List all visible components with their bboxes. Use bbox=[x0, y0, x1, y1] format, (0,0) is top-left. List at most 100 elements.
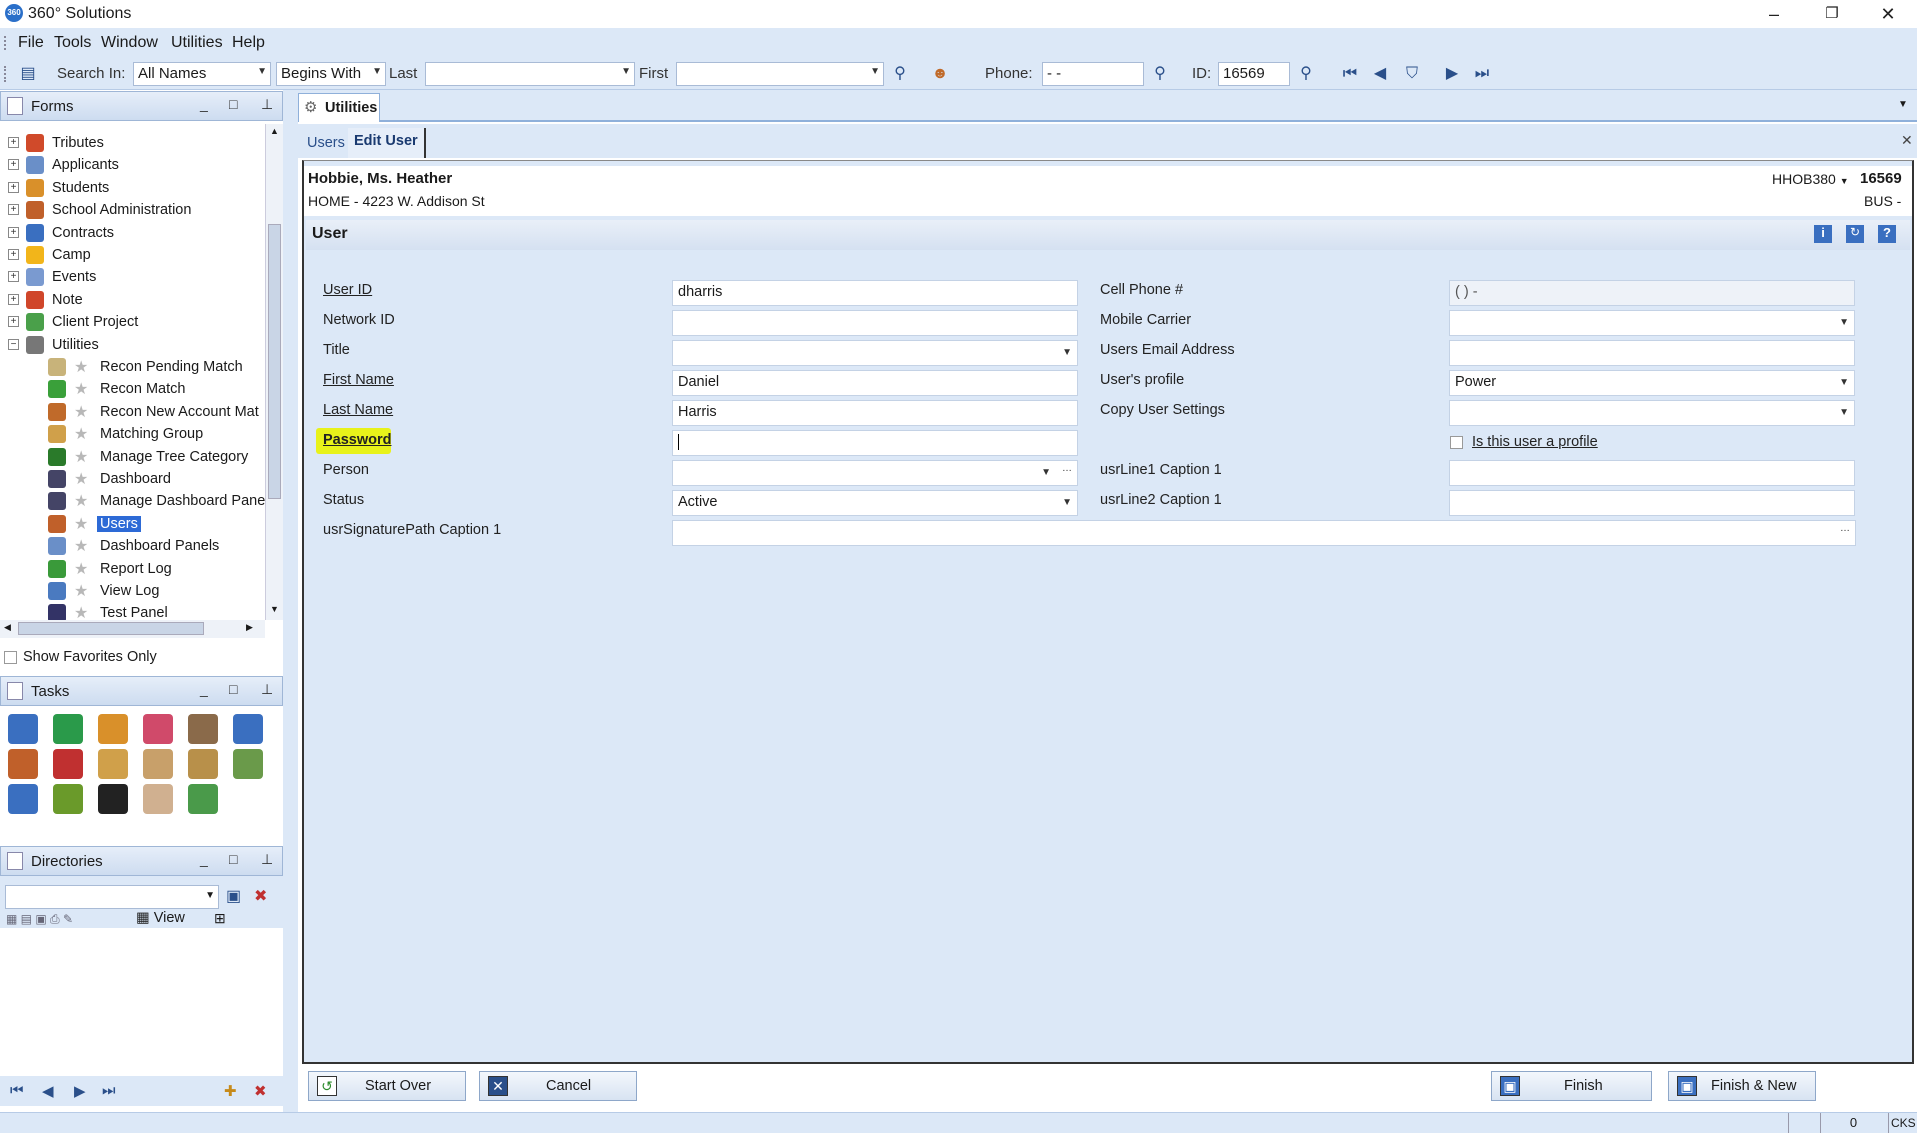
favorite-star-icon[interactable]: ★ bbox=[74, 424, 88, 444]
phone-input[interactable]: - - bbox=[1042, 62, 1144, 86]
directory-select[interactable]: ▼ bbox=[5, 885, 219, 909]
cancel-button[interactable]: ✕ Cancel bbox=[479, 1071, 637, 1101]
favorite-star-icon[interactable]: ★ bbox=[74, 469, 88, 489]
favorite-star-icon[interactable]: ★ bbox=[74, 603, 88, 620]
person-select[interactable]: ▼… bbox=[672, 460, 1078, 486]
building-icon[interactable] bbox=[8, 749, 38, 779]
expand-icon[interactable]: + bbox=[8, 181, 19, 193]
next-record-icon[interactable]: ▶ bbox=[1440, 62, 1464, 86]
subtab-edit-user[interactable]: Edit User bbox=[348, 128, 426, 158]
pin-icon[interactable]: ⊥ bbox=[261, 681, 273, 698]
mobile-carrier-select[interactable]: ▼ bbox=[1449, 310, 1855, 336]
view-button[interactable]: ▦ View bbox=[136, 910, 185, 926]
help-icon[interactable]: ? bbox=[1878, 225, 1896, 243]
collapse-icon[interactable]: − bbox=[8, 338, 19, 350]
bed-icon[interactable] bbox=[143, 784, 173, 814]
minimize-pane-button[interactable]: _ bbox=[200, 96, 208, 112]
delete-icon[interactable]: ✖ bbox=[254, 886, 267, 906]
previous-record-icon[interactable]: ◀ bbox=[42, 1082, 54, 1100]
network-id-input[interactable] bbox=[672, 310, 1078, 336]
heart-icon[interactable] bbox=[143, 714, 173, 744]
add-person-icon[interactable] bbox=[8, 714, 38, 744]
first-name-input[interactable]: Daniel bbox=[672, 370, 1078, 396]
last-record-icon[interactable]: ⏭ bbox=[102, 1082, 116, 1099]
menu-file[interactable]: File bbox=[18, 34, 44, 52]
refresh-help-icon[interactable]: ↻ bbox=[1846, 225, 1864, 243]
download-icon[interactable] bbox=[53, 714, 83, 744]
people-icon[interactable] bbox=[98, 714, 128, 744]
add-document-icon[interactable] bbox=[188, 784, 218, 814]
status-select[interactable]: Active ▼ bbox=[672, 490, 1078, 516]
id-card-icon[interactable]: ▤ bbox=[16, 62, 40, 86]
tree-horizontal-scrollbar[interactable]: ◀ ▶ bbox=[0, 620, 265, 638]
password-input[interactable] bbox=[672, 430, 1078, 456]
favorite-star-icon[interactable]: ★ bbox=[74, 536, 88, 556]
remove-directory-icon[interactable]: ✖ bbox=[254, 1082, 267, 1100]
add-person-icon[interactable]: ☻ bbox=[928, 62, 952, 86]
minimize-button[interactable]: – bbox=[1746, 0, 1802, 28]
save-icon[interactable]: ▣ bbox=[226, 886, 241, 906]
expand-icon[interactable]: + bbox=[8, 293, 19, 305]
expand-icon[interactable]: + bbox=[8, 204, 19, 216]
graduation-cap-icon[interactable] bbox=[98, 784, 128, 814]
first-name-input[interactable]: ▼ bbox=[676, 62, 884, 86]
start-over-button[interactable]: ↺ Start Over bbox=[308, 1071, 466, 1101]
tab-list-dropdown-icon[interactable]: ▼ bbox=[1898, 99, 1908, 110]
subtab-users[interactable]: Users bbox=[302, 129, 350, 157]
scroll-down-icon[interactable]: ▼ bbox=[270, 604, 279, 614]
menu-help[interactable]: Help bbox=[232, 34, 265, 52]
maximize-pane-button[interactable]: □ bbox=[229, 681, 237, 697]
calendar-icon[interactable] bbox=[233, 714, 263, 744]
last-name-input[interactable]: Harris bbox=[672, 400, 1078, 426]
building-red-icon[interactable] bbox=[53, 749, 83, 779]
expand-icon[interactable]: + bbox=[8, 271, 19, 283]
box-person-icon[interactable] bbox=[188, 749, 218, 779]
expand-icon[interactable]: + bbox=[8, 249, 19, 260]
phone-search-icon[interactable]: ⚲ bbox=[1148, 62, 1172, 86]
school-icon[interactable] bbox=[188, 714, 218, 744]
cell-phone-input[interactable]: ( ) - bbox=[1449, 280, 1855, 306]
search-icon[interactable]: ⚲ bbox=[888, 62, 912, 86]
tab-utilities[interactable]: ⚙ Utilities bbox=[298, 93, 380, 122]
restore-button[interactable]: ❐ bbox=[1804, 0, 1860, 28]
menu-window[interactable]: Window bbox=[101, 34, 158, 52]
maximize-pane-button[interactable]: □ bbox=[229, 96, 237, 112]
favorite-star-icon[interactable]: ★ bbox=[74, 379, 88, 399]
first-record-icon[interactable]: ⏮ bbox=[1338, 62, 1362, 86]
box-icon[interactable] bbox=[143, 749, 173, 779]
favorite-star-icon[interactable]: ★ bbox=[74, 491, 88, 511]
record-code-select[interactable]: HHOB380 ▼ bbox=[1772, 171, 1849, 187]
id-input[interactable]: 16569 bbox=[1218, 62, 1290, 86]
title-select[interactable]: ▼ bbox=[672, 340, 1078, 366]
add-directory-icon[interactable]: ✚ bbox=[224, 1082, 237, 1100]
favorite-star-icon[interactable]: ★ bbox=[74, 402, 88, 422]
scroll-left-icon[interactable]: ◀ bbox=[4, 622, 11, 633]
minimize-pane-button[interactable]: _ bbox=[200, 681, 208, 697]
tree-vertical-scrollbar[interactable]: ▲ ▼ bbox=[265, 124, 283, 620]
is-profile-label[interactable]: Is this user a profile bbox=[1472, 434, 1598, 450]
box-open-icon[interactable] bbox=[233, 749, 263, 779]
expand-icon[interactable]: + bbox=[8, 316, 19, 328]
expand-icon[interactable]: + bbox=[8, 137, 19, 148]
expand-icon[interactable]: + bbox=[8, 159, 19, 171]
match-type-select[interactable]: Begins With ▼ bbox=[276, 62, 386, 86]
group-icon[interactable] bbox=[98, 749, 128, 779]
show-favorites-checkbox[interactable] bbox=[4, 651, 17, 664]
is-profile-checkbox[interactable] bbox=[1450, 436, 1463, 449]
last-record-icon[interactable]: ⏭ bbox=[1470, 62, 1494, 86]
favorite-star-icon[interactable]: ★ bbox=[74, 581, 88, 601]
pin-icon[interactable]: ⊥ bbox=[261, 96, 273, 113]
line2-caption-input[interactable] bbox=[1449, 490, 1855, 516]
filter-icon[interactable]: ⛉ bbox=[1400, 62, 1424, 86]
last-name-input[interactable]: ▼ bbox=[425, 62, 635, 86]
ellipsis-icon[interactable]: … bbox=[1062, 463, 1072, 474]
phonebook-icon[interactable] bbox=[8, 784, 38, 814]
scroll-thumb[interactable] bbox=[268, 224, 281, 499]
user-id-input[interactable]: dharris bbox=[672, 280, 1078, 306]
ellipsis-icon[interactable]: … bbox=[1840, 523, 1850, 534]
pane-splitter[interactable] bbox=[283, 90, 298, 1112]
close-button[interactable]: ✕ bbox=[1860, 0, 1916, 28]
line1-caption-input[interactable] bbox=[1449, 460, 1855, 486]
menu-tools[interactable]: Tools bbox=[54, 34, 91, 52]
first-record-icon[interactable]: ⏮ bbox=[10, 1082, 24, 1099]
